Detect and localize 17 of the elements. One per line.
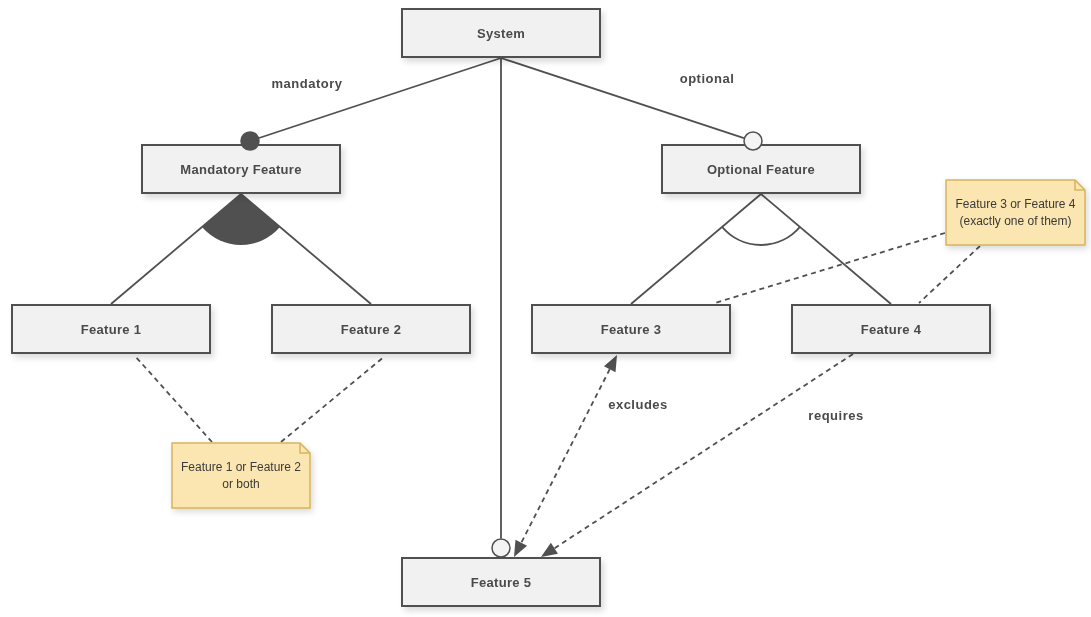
feature-node: Feature 2: [271, 304, 471, 354]
feature-node: Mandatory Feature: [141, 144, 341, 194]
feature-node: Feature 5: [401, 557, 601, 607]
relation-label: optional: [679, 70, 735, 86]
arc-icon: [721, 226, 801, 246]
filled-wedge-icon: [202, 194, 280, 245]
feature-node: System: [401, 8, 601, 58]
relation-label: mandatory: [271, 75, 343, 91]
filled-circle-icon: [240, 131, 260, 151]
hollow-circle-icon: [743, 131, 763, 151]
feature-node: Feature 4: [791, 304, 991, 354]
constraint-label: requires: [808, 407, 864, 423]
feature-node: Optional Feature: [661, 144, 861, 194]
hollow-circle-icon: [491, 538, 511, 558]
feature-node: Feature 1: [11, 304, 211, 354]
constraint-label: excludes: [608, 396, 668, 412]
feature-node: Feature 3: [531, 304, 731, 354]
